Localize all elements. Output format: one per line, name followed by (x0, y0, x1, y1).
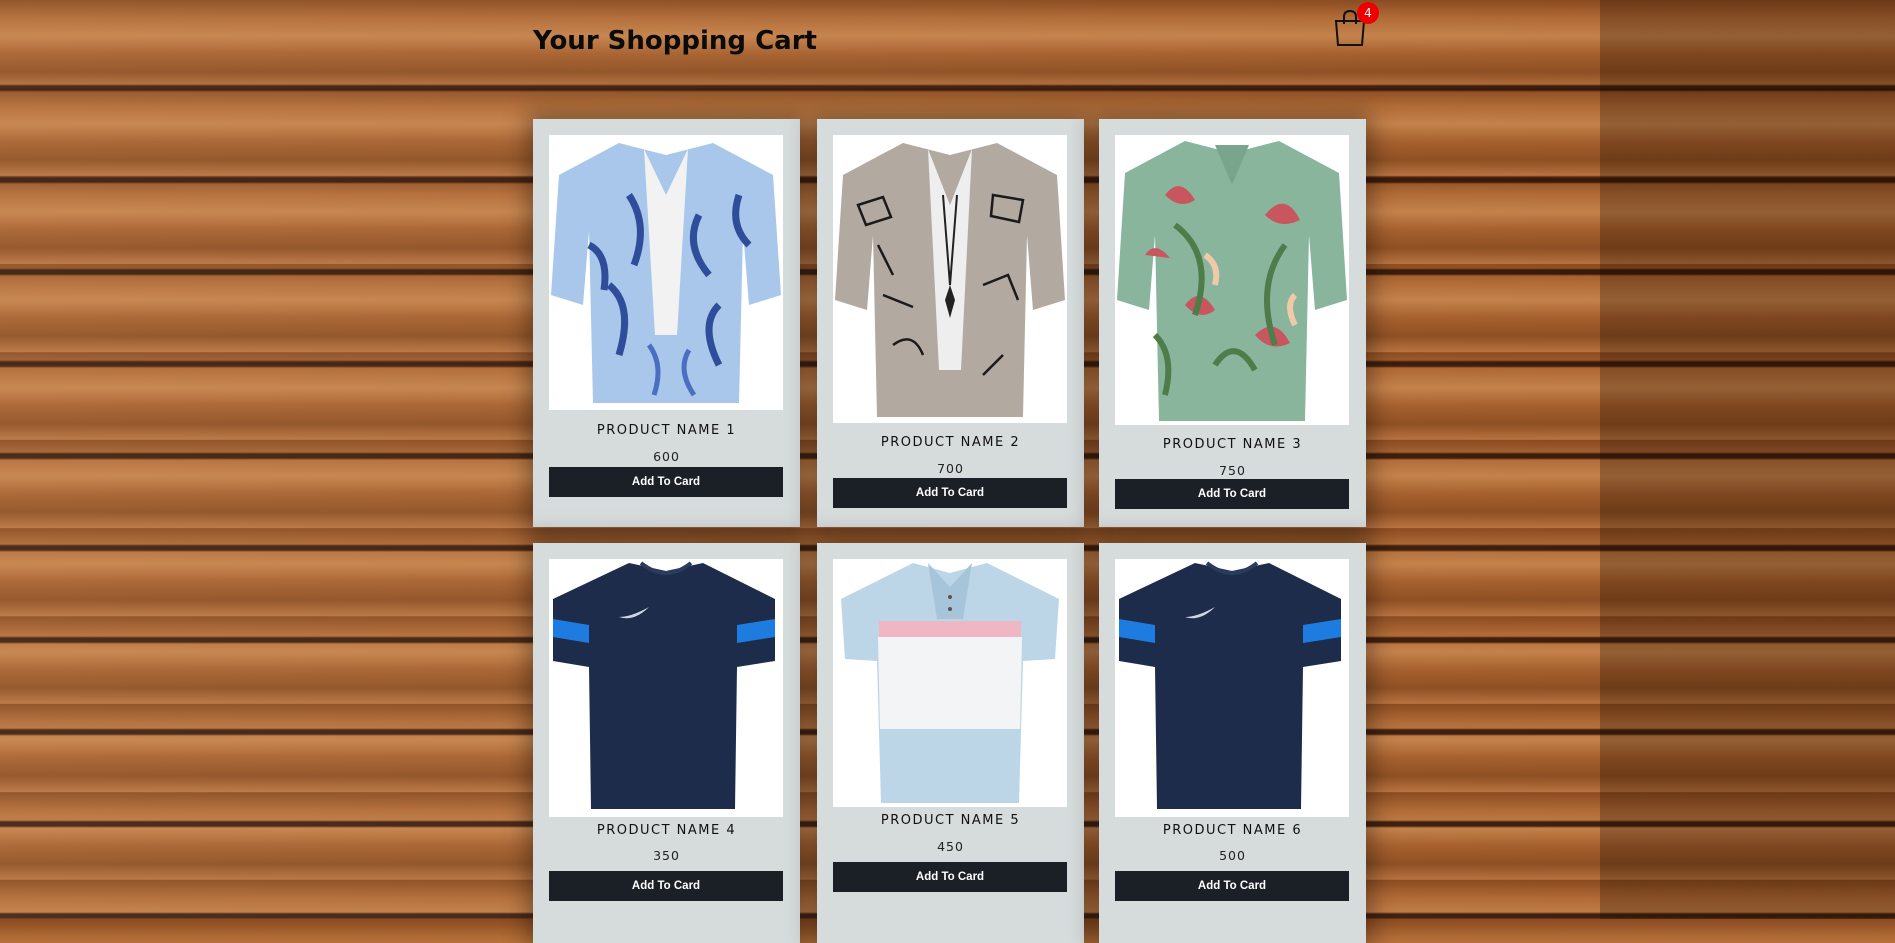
product-price: 750 (1219, 463, 1246, 478)
product-price: 600 (653, 449, 680, 464)
product-image-navy-sport-tee (549, 559, 783, 817)
product-image-navy-sport-tee (1115, 559, 1349, 817)
product-image-grey-sketch-shirt (833, 135, 1067, 423)
wood-background-shade (1600, 0, 1895, 919)
cart-count-badge: 4 (1357, 2, 1379, 24)
page-title: Your Shopping Cart (533, 26, 817, 56)
add-to-cart-button[interactable]: Add To Card (1115, 871, 1349, 901)
product-price: 700 (937, 461, 964, 476)
product-card-3: PRODUCT NAME 3 750 Add To Card (1099, 119, 1366, 527)
product-image-blue-floral-shirt (549, 135, 783, 410)
product-price: 500 (1219, 848, 1246, 863)
product-card-4: PRODUCT NAME 4 350 Add To Card (533, 543, 800, 943)
product-name: PRODUCT NAME 5 (880, 813, 1021, 828)
product-price: 450 (937, 839, 964, 854)
add-to-cart-button[interactable]: Add To Card (833, 862, 1067, 892)
product-card-1: PRODUCT NAME 1 600 Add To Card (533, 119, 800, 527)
product-card-6: PRODUCT NAME 6 500 Add To Card (1099, 543, 1366, 943)
product-image-green-tropical-shirt (1115, 135, 1349, 425)
product-image-striped-polo-shirt (833, 559, 1067, 807)
add-to-cart-button[interactable]: Add To Card (549, 467, 783, 497)
product-name: PRODUCT NAME 2 (880, 435, 1021, 450)
add-to-cart-button[interactable]: Add To Card (549, 871, 783, 901)
add-to-cart-button[interactable]: Add To Card (833, 478, 1067, 508)
product-name: PRODUCT NAME 4 (596, 823, 737, 838)
product-card-5: PRODUCT NAME 5 450 Add To Card (817, 543, 1084, 943)
product-card-2: PRODUCT NAME 2 700 Add To Card (817, 119, 1084, 527)
add-to-cart-button[interactable]: Add To Card (1115, 479, 1349, 509)
product-price: 350 (653, 848, 680, 863)
product-name: PRODUCT NAME 3 (1162, 437, 1303, 452)
product-name: PRODUCT NAME 1 (596, 423, 737, 438)
product-name: PRODUCT NAME 6 (1162, 823, 1303, 838)
